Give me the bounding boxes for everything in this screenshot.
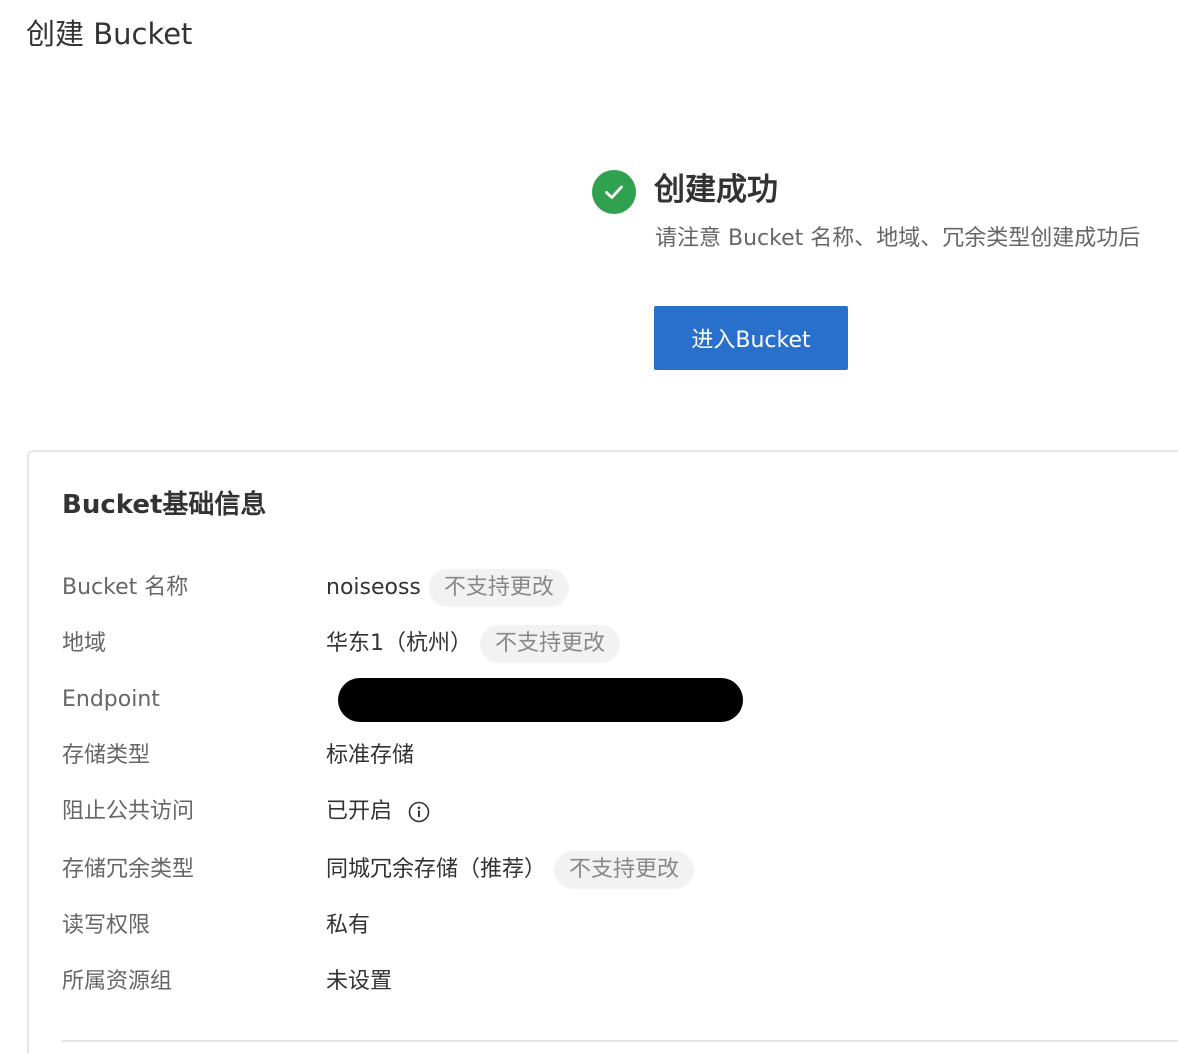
success-description: 请注意 Bucket 名称、地域、冗余类型创建成功后	[655, 226, 1141, 251]
check-circle-icon	[592, 170, 636, 214]
info-label: Endpoint	[62, 687, 160, 712]
info-label: 所属资源组	[62, 969, 173, 994]
immutable-tag: 不支持更改	[428, 569, 569, 607]
endpoint-redaction	[338, 678, 743, 722]
info-label: 存储冗余类型	[62, 857, 195, 882]
immutable-tag: 不支持更改	[480, 625, 621, 663]
card-title: Bucket基础信息	[62, 490, 267, 520]
info-label: 读写权限	[62, 913, 151, 938]
storage-class-value: 标准存储	[326, 743, 415, 768]
info-label: 存储类型	[62, 743, 151, 768]
redundancy-value: 同城冗余存储（推荐）	[326, 857, 547, 882]
section-divider	[62, 1040, 1178, 1042]
bucket-name-value: noiseoss	[326, 575, 421, 600]
page-title: 创建 Bucket	[26, 17, 193, 51]
info-label: Bucket 名称	[62, 575, 189, 600]
immutable-tag: 不支持更改	[554, 851, 695, 889]
enter-bucket-button[interactable]: 进入Bucket	[654, 306, 848, 370]
info-label: 地域	[62, 631, 107, 656]
info-label: 阻止公共访问	[62, 799, 195, 824]
acl-value: 私有	[326, 913, 371, 938]
create-bucket-page: 创建 Bucket 创建成功 请注意 Bucket 名称、地域、冗余类型创建成功…	[0, 0, 1178, 1054]
success-title: 创建成功	[654, 172, 778, 208]
resource-group-value: 未设置	[326, 969, 393, 994]
region-value: 华东1（杭州）	[326, 631, 472, 656]
info-icon[interactable]	[408, 801, 430, 823]
bucket-info-card: Bucket基础信息 Bucket 名称 noiseoss 不支持更改 地域 华…	[27, 450, 1178, 1054]
block-public-access-value: 已开启	[326, 799, 393, 824]
